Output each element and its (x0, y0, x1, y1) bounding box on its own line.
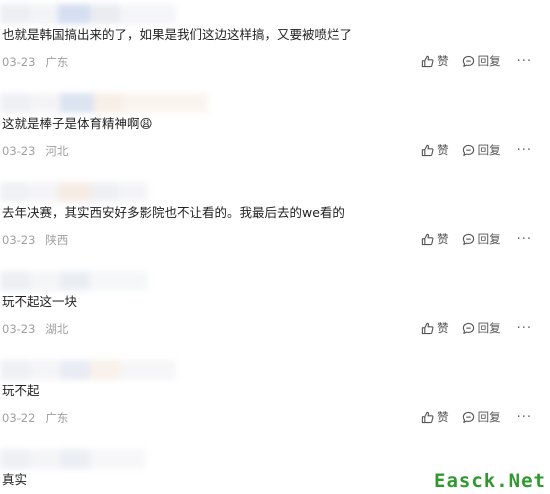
more-button[interactable]: ··· (517, 410, 532, 425)
comment-meta: 03-23 河北 (2, 143, 68, 159)
comment-actions: 赞 回复 ··· (421, 230, 532, 248)
like-button[interactable]: 赞 (421, 320, 449, 336)
more-dots-icon: ··· (516, 231, 532, 247)
thumbs-up-icon (421, 233, 434, 246)
reply-button[interactable]: 回复 (462, 409, 501, 425)
comment-actions: 赞 回复 ··· (421, 319, 532, 337)
comment-location: 广东 (45, 411, 69, 425)
like-button[interactable]: 赞 (421, 53, 449, 69)
reply-button[interactable]: 回复 (462, 53, 501, 69)
comment-date: 03-23 (2, 322, 36, 336)
comment-actions: 赞 回复 ··· (421, 141, 532, 159)
reply-label: 回复 (477, 321, 501, 335)
blurred-username (0, 182, 148, 202)
comment-item: 玩不起 03-22 广东 赞 回复 ··· (0, 356, 550, 445)
comment-date: 03-22 (2, 411, 36, 425)
comment-text: 也就是韩国搞出来的了，如果是我们这边这样搞，又要被喷烂了 (2, 27, 353, 42)
comment-date: 03-23 (2, 233, 36, 247)
more-dots-icon: ··· (516, 142, 532, 158)
reply-label: 回复 (477, 410, 501, 424)
like-label: 赞 (437, 232, 449, 246)
comment-text: 去年决赛，其实西安好多影院也不让看的。我最后去的we看的 (2, 205, 345, 220)
like-button[interactable]: 赞 (421, 409, 449, 425)
blurred-username (0, 93, 208, 113)
reply-button[interactable]: 回复 (462, 320, 501, 336)
more-button[interactable]: ··· (517, 232, 532, 247)
blurred-username (0, 271, 148, 291)
comment-location: 湖北 (45, 322, 69, 336)
like-label: 赞 (437, 54, 449, 68)
comment-text: 玩不起 (2, 383, 40, 398)
thumbs-up-icon (421, 322, 434, 335)
like-label: 赞 (437, 410, 449, 424)
reply-label: 回复 (477, 232, 501, 246)
comment-item: 去年决赛，其实西安好多影院也不让看的。我最后去的we看的 03-23 陕西 赞 回… (0, 178, 550, 267)
comment-location: 陕西 (45, 233, 69, 247)
thumbs-up-icon (421, 411, 434, 424)
more-button[interactable]: ··· (517, 143, 532, 158)
comment-bubble-icon (462, 55, 475, 68)
like-button[interactable]: 赞 (421, 231, 449, 247)
more-dots-icon: ··· (516, 409, 532, 425)
comment-bubble-icon (462, 411, 475, 424)
thumbs-up-icon (421, 144, 434, 157)
comment-bubble-icon (462, 322, 475, 335)
comment-date: 03-23 (2, 144, 36, 158)
tired-face-emoji-icon: 😩 (139, 116, 153, 131)
more-dots-icon: ··· (516, 320, 532, 336)
comment-item: 这就是棒子是体育精神啊😩 03-23 河北 赞 回复 ··· (0, 89, 550, 178)
comment-meta: 03-23 陕西 (2, 232, 68, 248)
reply-button[interactable]: 回复 (462, 231, 501, 247)
comment-item: 也就是韩国搞出来的了，如果是我们这边这样搞，又要被喷烂了 03-23 广东 赞 回… (0, 0, 550, 89)
more-dots-icon: ··· (516, 53, 532, 69)
more-button[interactable]: ··· (517, 321, 532, 336)
like-label: 赞 (437, 143, 449, 157)
watermark-logo: Easck.Net (434, 470, 546, 492)
comment-text: 玩不起这一块 (2, 294, 78, 309)
like-label: 赞 (437, 321, 449, 335)
comment-bubble-icon (462, 233, 475, 246)
comment-actions: 赞 回复 ··· (421, 52, 532, 70)
comment-text-body: 这就是棒子是体育精神啊 (2, 116, 140, 131)
blurred-username (0, 360, 176, 380)
comment-meta: 03-23 广东 (2, 54, 68, 70)
comment-meta: 03-22 广东 (2, 410, 68, 426)
like-button[interactable]: 赞 (421, 142, 449, 158)
reply-button[interactable]: 回复 (462, 142, 501, 158)
comment-location: 河北 (45, 144, 69, 158)
blurred-username (0, 449, 146, 469)
comment-text: 这就是棒子是体育精神啊😩 (2, 115, 153, 133)
comment-bubble-icon (462, 144, 475, 157)
comment-date: 03-23 (2, 55, 36, 69)
comment-location: 广东 (45, 55, 69, 69)
more-button[interactable]: ··· (517, 54, 532, 69)
comment-meta: 03-23 湖北 (2, 321, 68, 337)
comment-item: 玩不起这一块 03-23 湖北 赞 回复 ··· (0, 267, 550, 356)
thumbs-up-icon (421, 55, 434, 68)
blurred-username (0, 4, 176, 24)
comment-text: 真实 (2, 472, 28, 487)
reply-label: 回复 (477, 143, 501, 157)
reply-label: 回复 (477, 54, 501, 68)
comment-actions: 赞 回复 ··· (421, 408, 532, 426)
